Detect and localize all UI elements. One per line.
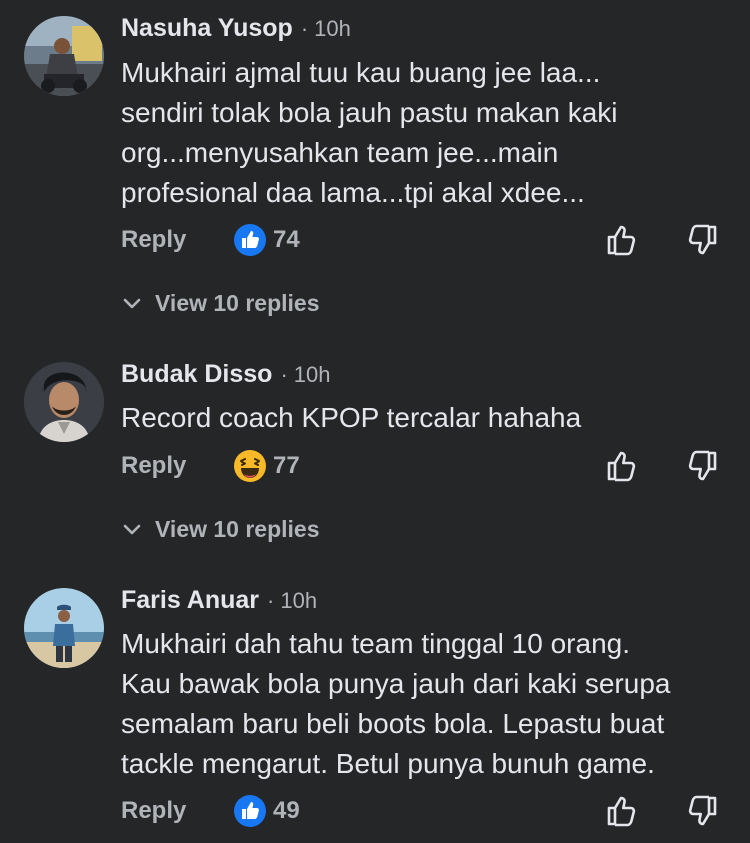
reaction-summary[interactable]: 74 <box>233 222 300 258</box>
view-replies-button[interactable]: View 10 replies <box>121 513 320 545</box>
author-name[interactable]: Budak Disso <box>121 360 272 389</box>
comment-actions: Reply 74 <box>0 222 750 262</box>
avatar[interactable] <box>24 588 104 668</box>
downvote-button[interactable] <box>684 222 720 258</box>
reaction-summary[interactable]: 77 <box>233 448 300 484</box>
view-replies-button[interactable]: View 10 replies <box>121 287 320 319</box>
thumbs-down-outline-icon <box>688 795 717 826</box>
like-reaction-icon <box>233 794 267 828</box>
separator-dot: · <box>300 16 309 41</box>
reply-button[interactable]: Reply <box>121 797 186 825</box>
upvote-button[interactable] <box>604 793 640 829</box>
reply-button[interactable]: Reply <box>121 452 186 480</box>
timestamp[interactable]: 10h <box>294 362 331 388</box>
comment-line: Mukhairi ajmal tuu kau buang jee laa... <box>121 57 601 88</box>
thumbs-down-outline-icon <box>688 450 717 481</box>
comment-header: Nasuha Yusop · 10h <box>121 14 351 48</box>
comment-line: semalam baru beli boots bola. Lepastu bu… <box>121 708 665 739</box>
reaction-count: 77 <box>273 452 300 479</box>
upvote-button[interactable] <box>604 222 640 258</box>
haha-reaction-icon <box>233 449 267 483</box>
view-replies-label: View 10 replies <box>155 289 320 316</box>
upvote-button[interactable] <box>604 448 640 484</box>
timestamp[interactable]: 10h <box>280 588 317 614</box>
comment-actions: Reply 49 <box>0 793 750 833</box>
author-name[interactable]: Nasuha Yusop <box>121 14 293 43</box>
reply-button[interactable]: Reply <box>121 226 186 254</box>
separator-dot: · <box>280 362 288 387</box>
comment-line: profesional daa lama...tpi akal xdee... <box>121 177 585 208</box>
chevron-down-icon <box>123 298 141 309</box>
comment-header: Budak Disso · 10h <box>121 360 330 394</box>
comment-text: Record coach KPOP tercalar hahaha <box>121 398 721 438</box>
comment-actions: Reply 77 <box>0 448 750 488</box>
like-reaction-icon <box>233 223 267 257</box>
thumbs-up-outline-icon <box>607 225 636 256</box>
comment-line: org...menyusahkan team jee...main <box>121 137 559 168</box>
timestamp[interactable]: 10h <box>314 16 351 42</box>
downvote-button[interactable] <box>684 448 720 484</box>
comment-line: tackle mengarut. Betul punya bunuh game. <box>121 748 655 779</box>
comment-text: Mukhairi ajmal tuu kau buang jee laa... … <box>121 53 721 213</box>
thumbs-up-outline-icon <box>607 451 636 482</box>
thumbs-up-outline-icon <box>607 796 636 827</box>
view-replies-label: View 10 replies <box>155 515 320 542</box>
comment-line: Record coach KPOP tercalar hahaha <box>121 402 582 433</box>
comment-line: Kau bawak bola punya jauh dari kaki seru… <box>121 668 671 699</box>
separator-dot: · <box>267 588 275 613</box>
comment-line: Mukhairi dah tahu team tinggal 10 orang. <box>121 628 630 659</box>
reaction-count: 49 <box>273 797 300 824</box>
reaction-summary[interactable]: 49 <box>233 793 300 829</box>
comment-text: Mukhairi dah tahu team tinggal 10 orang.… <box>121 624 721 784</box>
comment-line: sendiri tolak bola jauh pastu makan kaki <box>121 97 618 128</box>
avatar[interactable] <box>24 16 104 96</box>
thumbs-down-outline-icon <box>688 224 717 255</box>
author-name[interactable]: Faris Anuar <box>121 586 259 615</box>
comment-header: Faris Anuar · 10h <box>121 586 317 620</box>
reaction-count: 74 <box>273 226 300 253</box>
downvote-button[interactable] <box>684 793 720 829</box>
chevron-down-icon <box>123 524 141 535</box>
avatar[interactable] <box>24 362 104 442</box>
